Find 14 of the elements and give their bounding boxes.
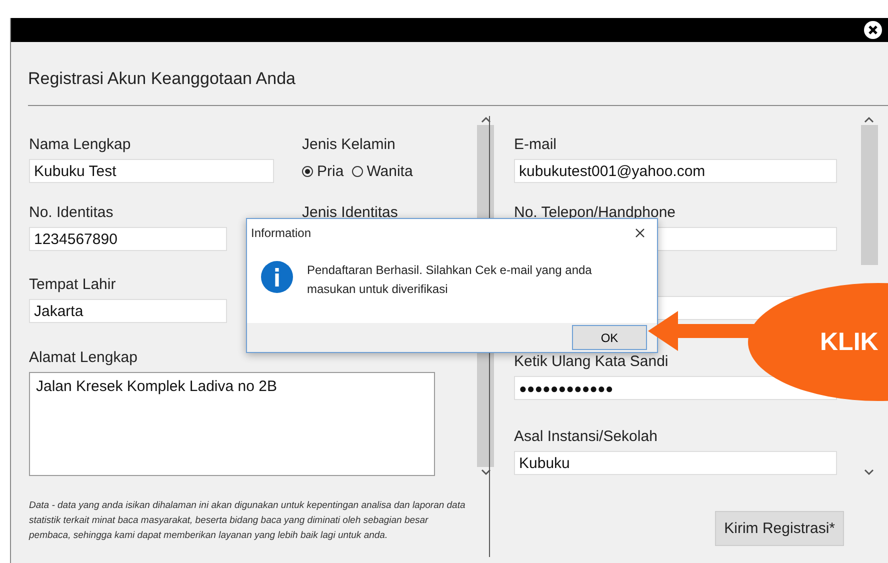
- field-label: Jenis Identitas: [302, 204, 398, 221]
- field-label: Asal Instansi/Sekolah: [514, 427, 658, 447]
- field-label: No. Identitas: [29, 203, 114, 223]
- field-label: No. Telepon/Handphone: [514, 203, 677, 223]
- field-label: E-mail: [514, 135, 558, 155]
- field-label: Nama Lengkap: [29, 135, 132, 155]
- disclaimer-note: Data - data yang anda isikan dihalaman ini akan digunakan untuk kepentingan analisa dan laporan data statistik terkait minat baca masyarakat, beserta bidang baca yang diminati oleh sebagian besar pembaca, sehingga kami dapat memberikan layanan yang lebih baik lagi untuk anda.: [29, 499, 466, 543]
- field-label: Alamat Lengkap: [29, 348, 138, 368]
- field-label: Ketik Ulang Kata Sandi: [514, 352, 670, 372]
- dialog-message: Pendaftaran Berhasil. Silahkan Cek e-mail yang anda masukan untuk diverifikasi: [307, 262, 593, 298]
- field-label: Tempat Lahir: [29, 275, 117, 295]
- dialog-title: Information: [251, 226, 312, 240]
- field-label: Jenis Kelamin: [302, 135, 396, 155]
- form-title: Registrasi Akun Keanggotaan Anda: [27, 68, 296, 90]
